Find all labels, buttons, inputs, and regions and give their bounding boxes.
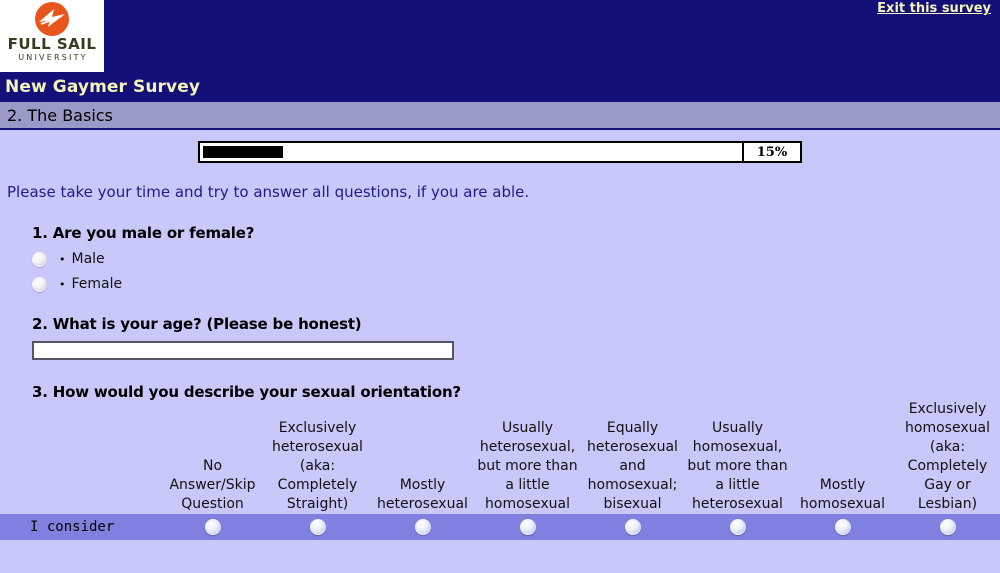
progress-percent-label: 15% [744,141,802,163]
matrix-column-header-4: Usually heterosexual, but more than a li… [477,420,578,512]
matrix-column-header-7: Mostly homosexual [800,477,885,512]
matrix-cell-3[interactable] [370,519,475,535]
matrix-cell-4[interactable] [475,519,580,535]
matrix-column-header-6: Usually homosexual, but more than a litt… [687,420,788,512]
survey-title: New Gaymer Survey [5,77,201,97]
matrix-cell-8[interactable] [895,519,1000,535]
question-1-choice-female[interactable]: • Female [32,276,1000,292]
section-title: 2. The Basics [7,105,113,125]
matrix-radio-6[interactable] [729,519,746,535]
choice-bullet-icon: • [59,277,66,291]
progress-row: 15% [0,130,1000,163]
logo-wordmark: FULL SAIL [7,35,97,53]
matrix-radio-3[interactable] [414,519,431,535]
question-2: 2. What is your age? (Please be honest) [0,292,1000,360]
question-1-choice-male[interactable]: • Male [32,251,1000,267]
matrix-column-header-2: Exclusively heterosexual (aka: Completel… [272,420,363,512]
matrix-cell-5[interactable] [580,519,685,535]
matrix-cell-1[interactable] [160,519,265,535]
matrix-radio-4[interactable] [519,519,536,535]
matrix-row: I consider [0,514,1000,540]
intro-text: Please take your time and try to answer … [7,183,530,201]
matrix-radio-8[interactable] [939,519,956,535]
radio-button-female[interactable] [32,276,47,292]
matrix-column-header-8: Exclusively homosexual (aka: Completely … [905,401,990,512]
choice-label-male: Male [71,251,105,267]
logo-subtext: UNIVERSITY [18,53,88,62]
matrix-column-headers: No Answer/Skip Question Exclusively hete… [0,401,1000,514]
orientation-matrix: No Answer/Skip Question Exclusively hete… [0,401,1000,540]
matrix-cell-7[interactable] [790,519,895,535]
matrix-radio-1[interactable] [204,519,221,535]
radio-button-male[interactable] [32,251,47,267]
matrix-row-label: I consider [30,519,115,535]
matrix-radio-7[interactable] [834,519,851,535]
progress-track [198,141,744,163]
survey-title-bar: New Gaymer Survey [0,72,1000,102]
choice-bullet-icon: • [59,252,66,266]
matrix-column-header-5: Equally heterosexual and homosexual; bis… [587,420,678,512]
survey-body: 15% Please take your time and try to ans… [0,130,1000,573]
section-bar: 2. The Basics [0,102,1000,130]
question-1: 1. Are you male or female? • Male • Fema… [0,201,1000,292]
matrix-column-header-1: No Answer/Skip Question [169,458,256,512]
matrix-cell-2[interactable] [265,519,370,535]
question-1-title: 1. Are you male or female? [32,224,255,242]
age-input[interactable] [32,341,454,360]
top-header: FULL SAIL UNIVERSITY Exit this survey [0,0,1000,72]
progress-bar: 15% [198,141,802,163]
choice-label-female: Female [71,276,123,292]
progress-fill [203,146,284,158]
matrix-radio-5[interactable] [624,519,641,535]
matrix-column-header-3: Mostly heterosexual [377,477,468,512]
question-3-title: 3. How would you describe your sexual or… [32,383,461,401]
question-3: 3. How would you describe your sexual or… [0,360,1000,401]
matrix-cell-6[interactable] [685,519,790,535]
exit-survey-link[interactable]: Exit this survey [877,1,991,16]
question-2-title: 2. What is your age? (Please be honest) [32,315,362,333]
sail-plane-icon [35,2,69,36]
full-sail-logo: FULL SAIL UNIVERSITY [0,0,104,72]
matrix-radio-2[interactable] [309,519,326,535]
